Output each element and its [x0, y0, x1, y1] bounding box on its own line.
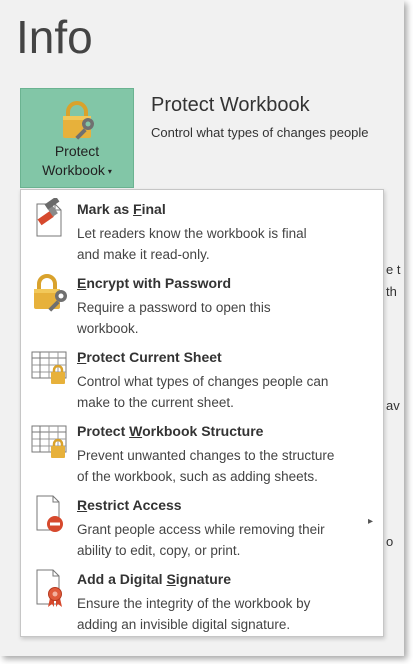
- background-text: th: [386, 284, 397, 299]
- submenu-arrow-icon[interactable]: ▸: [368, 516, 373, 527]
- protect-button-label-line1: Protect: [54, 143, 100, 159]
- section-title: Protect Workbook: [151, 94, 310, 116]
- menu-item-protect-current-sheet[interactable]: Protect Current Sheet Control what types…: [21, 338, 383, 412]
- menu-item-description: Prevent unwanted changes to the structur…: [77, 448, 335, 463]
- menu-item-description: adding an invisible digital signature.: [77, 617, 291, 632]
- mark-as-final-icon: [31, 196, 71, 238]
- protect-workbook-menu: Mark as Final Let readers know the workb…: [20, 189, 384, 637]
- encrypt-lock-icon: [31, 272, 71, 312]
- menu-item-description: ability to edit, copy, or print.: [77, 543, 241, 558]
- menu-item-description: Ensure the integrity of the workbook by: [77, 596, 311, 611]
- digital-signature-icon: [31, 568, 71, 608]
- menu-item-description: workbook.: [77, 321, 139, 336]
- chevron-down-icon: ▾: [107, 166, 112, 176]
- menu-item-description: Control what types of changes people can: [77, 374, 329, 389]
- menu-item-protect-workbook-structure[interactable]: Protect Workbook Structure Prevent unwan…: [21, 412, 383, 486]
- menu-item-description: Grant people access while removing their: [77, 522, 325, 537]
- protect-workbook-button[interactable]: Protect Workbook ▾: [20, 88, 134, 188]
- menu-item-description: Require a password to open this: [77, 300, 271, 315]
- page-title: Info: [16, 11, 93, 63]
- protect-button-label-line2: Workbook: [42, 162, 105, 178]
- menu-item-description: make to the current sheet.: [77, 395, 234, 410]
- background-text: av: [386, 398, 400, 413]
- menu-item-encrypt-with-password[interactable]: Encrypt with Password Require a password…: [21, 264, 383, 338]
- protect-structure-icon: [31, 420, 71, 460]
- menu-item-mark-as-final[interactable]: Mark as Final Let readers know the workb…: [21, 190, 383, 264]
- menu-item-description: and make it read-only.: [77, 247, 210, 262]
- background-text: e t: [386, 262, 401, 277]
- menu-item-add-digital-signature[interactable]: Add a Digital Signature Ensure the integ…: [21, 560, 383, 634]
- background-text: o: [386, 534, 394, 549]
- protect-sheet-icon: [31, 346, 71, 386]
- menu-item-description: of the workbook, such as adding sheets.: [77, 469, 318, 484]
- section-description: Control what types of changes people: [151, 125, 369, 140]
- menu-item-restrict-access[interactable]: Restrict Access Grant people access whil…: [21, 486, 383, 560]
- lock-key-icon: [59, 101, 99, 141]
- restrict-access-icon: [31, 494, 71, 534]
- menu-item-description: Let readers know the workbook is final: [77, 226, 307, 241]
- backstage-frame: Info Protect Workbook ▾ Protect Workbook …: [0, 0, 404, 656]
